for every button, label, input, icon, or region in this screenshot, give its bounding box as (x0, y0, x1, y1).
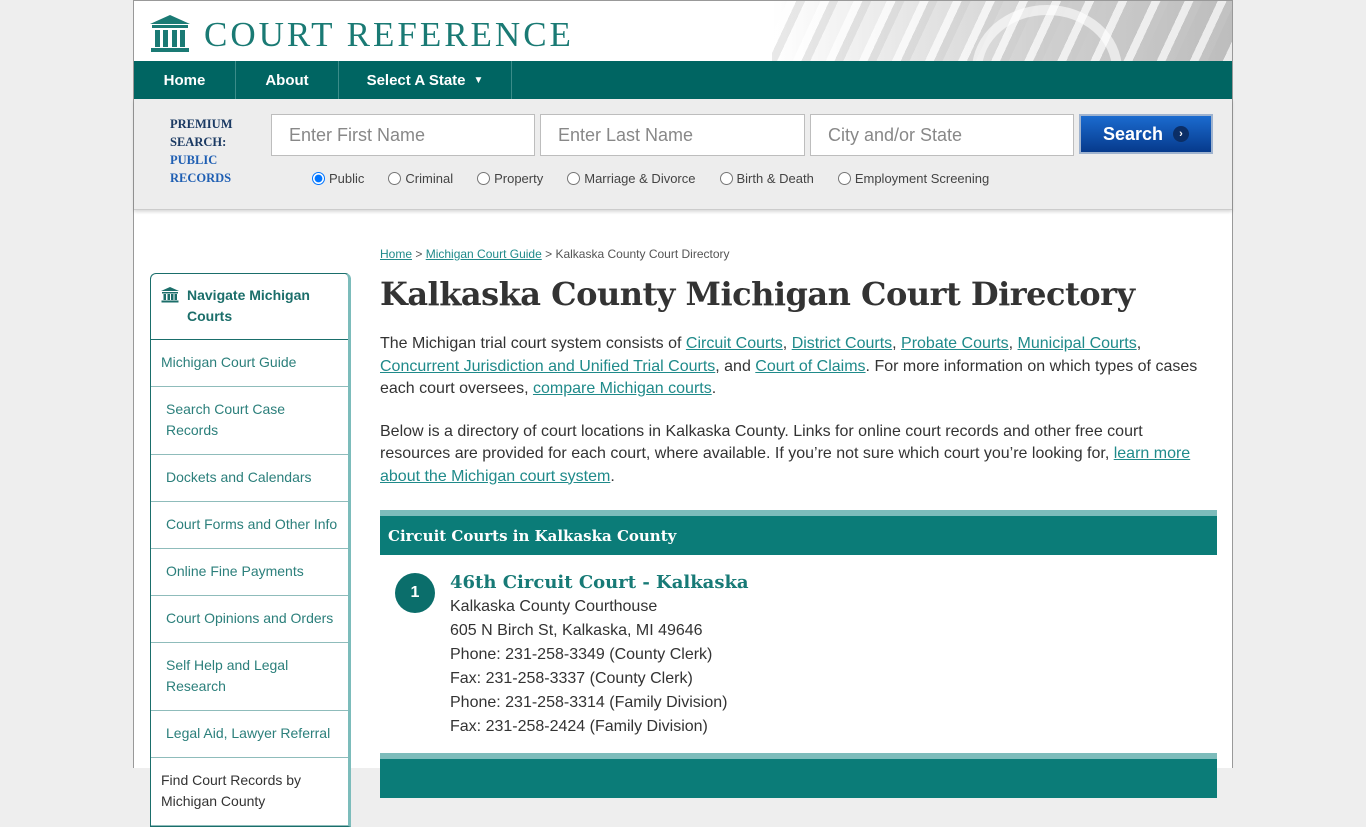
court-fax: Fax: 231-258-2424 (Family Division) (450, 718, 708, 735)
radio-marriage-divorce[interactable]: Marriage & Divorce (567, 171, 696, 186)
breadcrumb-separator: > (541, 247, 556, 261)
court-building: Kalkaska County Courthouse (450, 598, 658, 615)
nav-select-state[interactable]: Select A State ▼ (339, 61, 512, 99)
directory-intro-paragraph: Below is a directory of court locations … (380, 421, 1217, 489)
sidebar-item-self-help[interactable]: Self Help and Legal Research (151, 643, 348, 711)
last-name-input[interactable] (540, 114, 805, 156)
sidebar-item-court-opinions[interactable]: Court Opinions and Orders (151, 596, 348, 643)
sidebar-item-michigan-court-guide[interactable]: Michigan Court Guide (151, 340, 348, 387)
section-header-next (380, 753, 1217, 798)
radio-label: Public (329, 171, 365, 186)
radio-property[interactable]: Property (477, 171, 543, 186)
text: , (1008, 335, 1018, 352)
court-listing: 1 46th Circuit Court - Kalkaska Kalkaska… (380, 571, 1217, 739)
court-address: 605 N Birch St, Kalkaska, MI 49646 (450, 622, 703, 639)
text: , (782, 335, 792, 352)
courthouse-icon (161, 287, 179, 303)
text: , (892, 335, 902, 352)
link-circuit-courts[interactable]: Circuit Courts (686, 335, 783, 352)
premium-search-label: PREMIUM SEARCH: PUBLIC RECORDS (170, 115, 233, 187)
link-court-of-claims[interactable]: Court of Claims (755, 358, 865, 375)
first-name-input[interactable] (271, 114, 535, 156)
record-type-radios: Public Criminal Property Marriage & Divo… (312, 171, 1013, 186)
nav-select-state-label: Select A State (366, 71, 466, 89)
text: , and (715, 357, 756, 375)
court-phone: Phone: 231-258-3314 (Family Division) (450, 694, 728, 711)
nav-about[interactable]: About (236, 61, 339, 99)
breadcrumb-current: Kalkaska County Court Directory (555, 247, 730, 261)
sidebar-item-court-forms[interactable]: Court Forms and Other Info (151, 502, 348, 549)
main-content: Home > Michigan Court Guide > Kalkaska C… (380, 247, 1217, 798)
text: , (1136, 335, 1142, 352)
premium-label-line: RECORDS (170, 171, 232, 185)
link-probate-courts[interactable]: Probate Courts (901, 335, 1009, 352)
main-nav: Home About Select A State ▼ (134, 61, 1232, 99)
link-district-courts[interactable]: District Courts (792, 335, 892, 352)
text: The Michigan trial court system consists… (380, 335, 686, 352)
sidebar-header: Navigate Michigan Courts (151, 274, 348, 340)
radio-employment-screening[interactable]: Employment Screening (837, 171, 990, 186)
search-button-label: Search (1102, 123, 1164, 144)
sidebar-item-find-records-by-county[interactable]: Find Court Records by Michigan County (151, 758, 348, 826)
court-number-badge: 1 (395, 573, 435, 613)
radio-label: Marriage & Divorce (584, 171, 696, 186)
search-button[interactable]: Search › (1079, 114, 1213, 154)
premium-label-line: PREMIUM (170, 117, 233, 131)
link-concurrent-jurisdiction[interactable]: Concurrent Jurisdiction and Unified Tria… (380, 358, 715, 375)
city-state-input[interactable] (810, 114, 1074, 156)
courthouse-icon (150, 15, 190, 52)
court-fax: Fax: 231-258-3337 (County Clerk) (450, 670, 693, 687)
sidebar-item-online-fine-payments[interactable]: Online Fine Payments (151, 549, 348, 596)
premium-label-line: SEARCH: (170, 135, 227, 149)
text: Below is a directory of court locations … (380, 422, 1143, 463)
sidebar-item-legal-aid[interactable]: Legal Aid, Lawyer Referral (151, 711, 348, 758)
court-phone: Phone: 231-258-3349 (County Clerk) (450, 646, 713, 663)
radio-input[interactable] (477, 172, 491, 185)
radio-public[interactable]: Public (312, 171, 364, 186)
nav-home[interactable]: Home (134, 61, 236, 99)
sidebar-title: Navigate Michigan Courts (187, 287, 310, 324)
sidebar-item-search-court-case-records[interactable]: Search Court Case Records (151, 387, 348, 455)
site-name: COURT REFERENCE (204, 14, 574, 54)
premium-search-bar: PREMIUM SEARCH: PUBLIC RECORDS Search › … (134, 99, 1232, 210)
page-container: COURT REFERENCE Home About Select A Stat… (133, 0, 1233, 827)
radio-label: Birth & Death (736, 171, 814, 186)
breadcrumb-separator: > (412, 247, 426, 261)
column-banner-image (772, 1, 1232, 61)
caret-down-icon: ▼ (473, 74, 484, 86)
radio-label: Criminal (405, 171, 454, 186)
site-header: COURT REFERENCE (134, 1, 1232, 61)
radio-input[interactable] (312, 172, 325, 185)
sidebar-item-dockets-and-calendars[interactable]: Dockets and Calendars (151, 455, 348, 502)
link-municipal-courts[interactable]: Municipal Courts (1018, 335, 1137, 352)
page-title: Kalkaska County Michigan Court Directory (380, 275, 1135, 313)
breadcrumb-home[interactable]: Home (380, 247, 412, 261)
premium-label-line: PUBLIC (170, 153, 218, 167)
radio-criminal[interactable]: Criminal (388, 171, 453, 186)
site-logo[interactable]: COURT REFERENCE (150, 15, 574, 53)
radio-input[interactable] (388, 172, 402, 185)
intro-paragraph: The Michigan trial court system consists… (380, 333, 1217, 401)
radio-label: Property (494, 171, 544, 186)
court-name-link[interactable]: 46th Circuit Court - Kalkaska (450, 571, 1217, 595)
breadcrumb: Home > Michigan Court Guide > Kalkaska C… (380, 247, 1217, 261)
breadcrumb-michigan-court-guide[interactable]: Michigan Court Guide (426, 247, 542, 261)
chevron-right-icon: › (1173, 126, 1190, 142)
radio-input[interactable] (567, 172, 581, 185)
text: . (711, 380, 717, 397)
section-header-circuit-courts: Circuit Courts in Kalkaska County (380, 510, 1217, 555)
sidebar-nav: Navigate Michigan Courts Michigan Court … (150, 273, 351, 827)
link-compare-michigan-courts[interactable]: compare Michigan courts (533, 380, 712, 397)
radio-label: Employment Screening (854, 171, 990, 186)
radio-birth-death[interactable]: Birth & Death (719, 171, 814, 186)
text: . (610, 467, 615, 485)
radio-input[interactable] (719, 172, 733, 185)
radio-input[interactable] (837, 172, 851, 185)
